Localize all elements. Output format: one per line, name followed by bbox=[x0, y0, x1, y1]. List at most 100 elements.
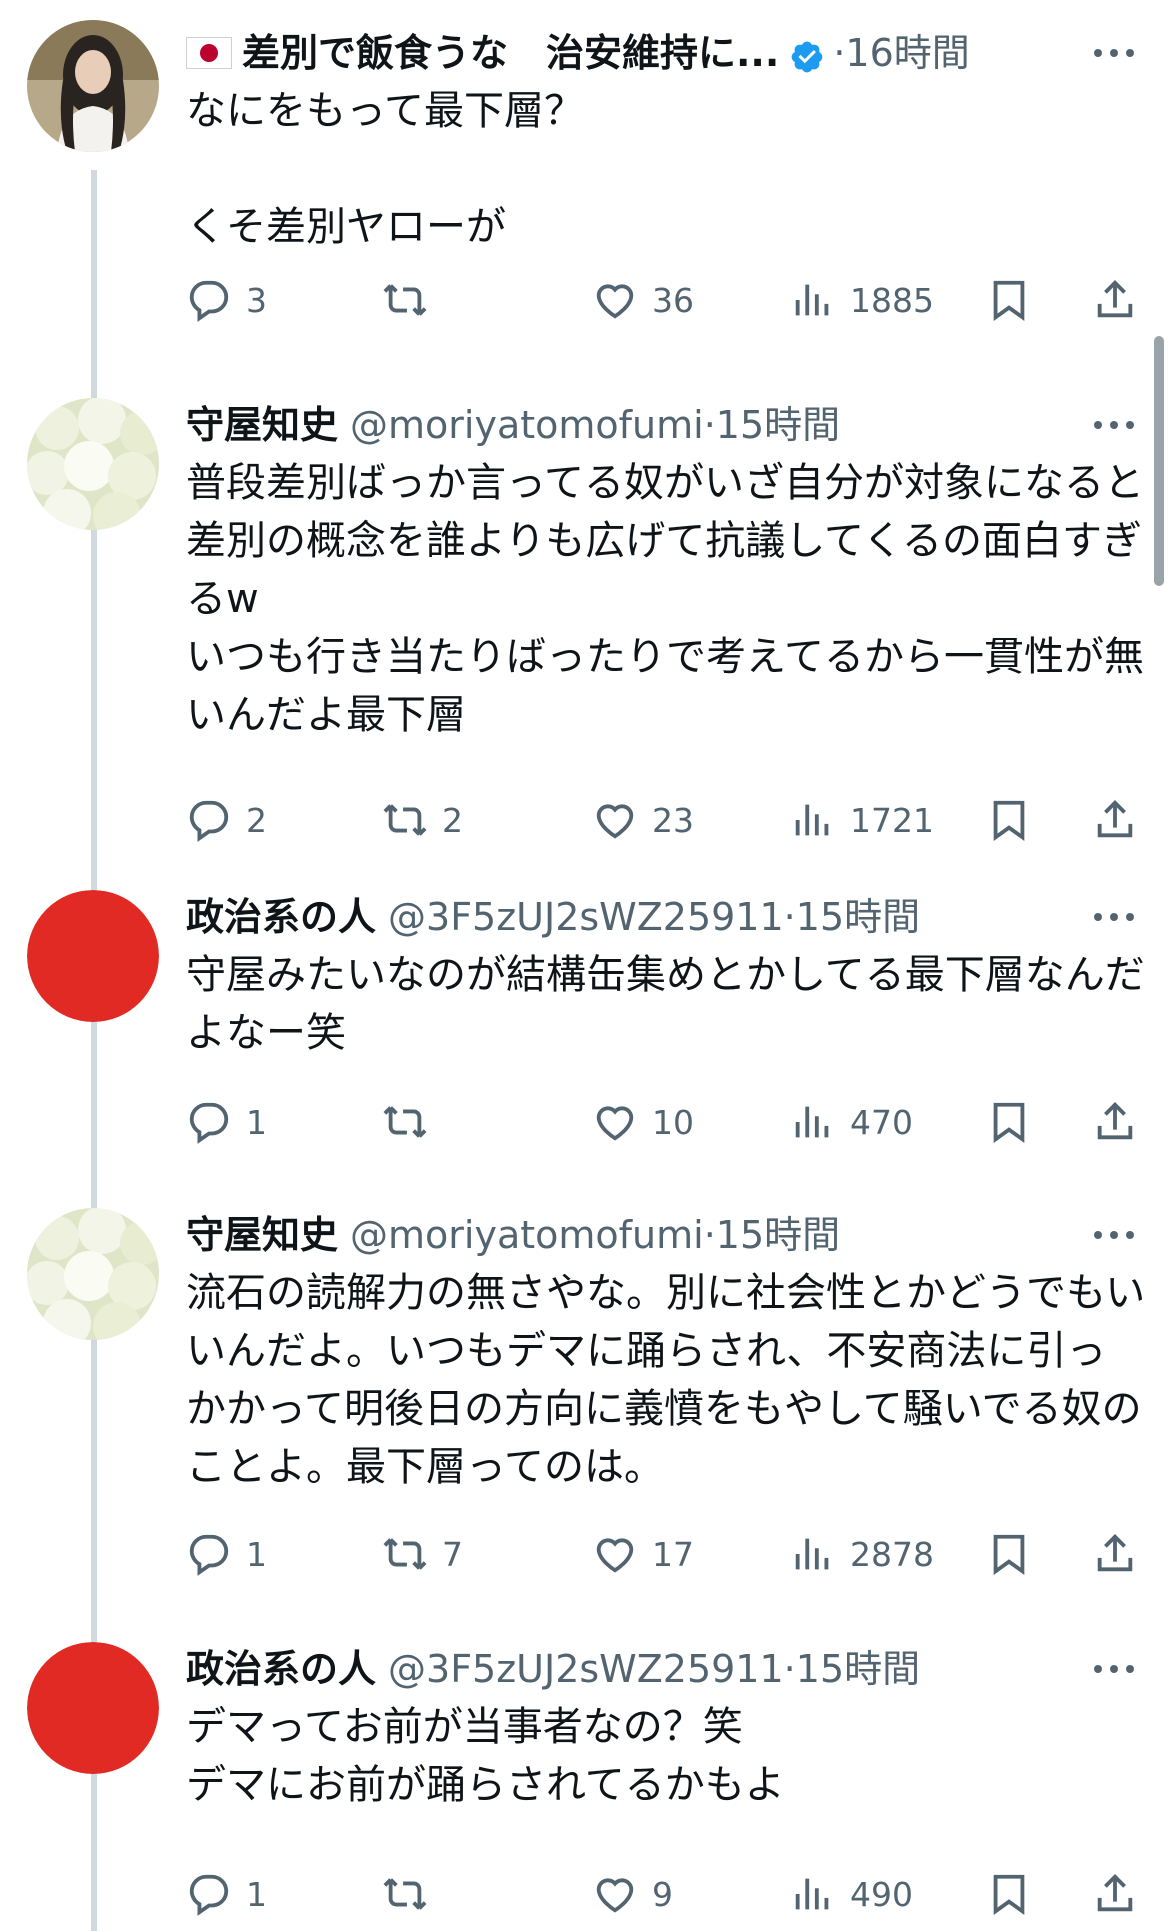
handle[interactable]: @moriyatomofumi bbox=[350, 398, 704, 452]
view-count: 490 bbox=[850, 1874, 913, 1914]
like-count: 23 bbox=[652, 800, 694, 840]
views-icon bbox=[795, 1878, 829, 1910]
more-options-button[interactable] bbox=[1090, 26, 1138, 80]
scrollbar[interactable] bbox=[1154, 336, 1164, 586]
timestamp[interactable]: 15時間 bbox=[716, 398, 840, 452]
tweet-header: 差別で飯食うな 治安維持に... · 16時間 bbox=[186, 26, 1146, 80]
reply-icon bbox=[189, 1874, 229, 1916]
reply-button[interactable]: 1 bbox=[186, 1522, 267, 1586]
views-button[interactable]: 1721 bbox=[790, 788, 934, 852]
bookmark-button[interactable] bbox=[986, 788, 1032, 852]
display-name[interactable]: 守屋知史 bbox=[186, 1208, 338, 1262]
retweet-icon bbox=[383, 1538, 427, 1570]
tweet-actions: 1 7 17 2878 bbox=[186, 1522, 1146, 1586]
retweet-button[interactable] bbox=[382, 268, 442, 332]
share-button[interactable] bbox=[1092, 268, 1138, 332]
avatar[interactable] bbox=[27, 1642, 159, 1774]
bookmark-button[interactable] bbox=[986, 1090, 1032, 1154]
reply-button[interactable]: 1 bbox=[186, 1090, 267, 1154]
handle[interactable]: @3F5zUJ2sWZ25911 bbox=[388, 890, 784, 944]
retweet-button[interactable]: 2 bbox=[382, 788, 463, 852]
like-icon bbox=[596, 1538, 634, 1573]
more-icon bbox=[1094, 49, 1134, 57]
reply-count: 1 bbox=[246, 1102, 267, 1142]
avatar[interactable] bbox=[27, 398, 159, 530]
tweet-text: 普段差別ばっか言ってる奴がいざ自分が対象になると差別の概念を誰よりも広げて抗議し… bbox=[186, 460, 1144, 738]
display-name[interactable]: 差別で飯食うな 治安維持に... bbox=[242, 26, 779, 80]
retweet-button[interactable] bbox=[382, 1862, 442, 1926]
timestamp[interactable]: 15時間 bbox=[796, 890, 920, 944]
tweet-header: 政治系の人 @3F5zUJ2sWZ25911 · 15時間 bbox=[186, 890, 1146, 944]
like-button[interactable]: 10 bbox=[592, 1090, 694, 1154]
like-icon bbox=[596, 1106, 634, 1141]
japan-flag-icon bbox=[186, 37, 232, 69]
verified-badge-icon bbox=[789, 35, 825, 73]
avatar[interactable] bbox=[27, 890, 159, 1022]
more-options-button[interactable] bbox=[1090, 890, 1138, 944]
like-button[interactable]: 17 bbox=[592, 1522, 694, 1586]
bookmark-button[interactable] bbox=[986, 268, 1032, 332]
view-count: 470 bbox=[850, 1102, 913, 1142]
bookmark-button[interactable] bbox=[986, 1862, 1032, 1926]
separator: · bbox=[783, 895, 796, 939]
display-name[interactable]: 政治系の人 bbox=[186, 890, 376, 944]
more-options-button[interactable] bbox=[1090, 1642, 1138, 1696]
tweet-header: 守屋知史 @moriyatomofumi · 15時間 bbox=[186, 1208, 1146, 1262]
views-button[interactable]: 470 bbox=[790, 1090, 913, 1154]
share-button[interactable] bbox=[1092, 788, 1138, 852]
share-icon bbox=[1097, 800, 1133, 838]
more-icon bbox=[1094, 421, 1134, 429]
view-count: 2878 bbox=[850, 1534, 934, 1574]
share-button[interactable] bbox=[1092, 1090, 1138, 1154]
handle[interactable]: @moriyatomofumi bbox=[350, 1208, 704, 1262]
reply-icon bbox=[189, 800, 229, 842]
avatar[interactable] bbox=[27, 20, 159, 152]
reply-count: 1 bbox=[246, 1534, 267, 1574]
tweet-text: 守屋みたいなのが結構缶集めとかしてる最下層なんだよなー笑 bbox=[186, 952, 1145, 1056]
share-icon bbox=[1097, 280, 1133, 318]
reply-icon bbox=[189, 280, 229, 322]
reply-button[interactable]: 3 bbox=[186, 268, 267, 332]
reply-count: 3 bbox=[246, 280, 267, 320]
tweet-actions: 1 10 470 bbox=[186, 1090, 1146, 1154]
retweet-icon bbox=[383, 284, 427, 316]
display-name[interactable]: 政治系の人 bbox=[186, 1642, 376, 1696]
timestamp[interactable]: 15時間 bbox=[796, 1642, 920, 1696]
like-icon bbox=[596, 284, 634, 319]
tweet-header: 政治系の人 @3F5zUJ2sWZ25911 · 15時間 bbox=[186, 1642, 1146, 1696]
reply-count: 1 bbox=[246, 1874, 267, 1914]
view-count: 1885 bbox=[850, 280, 934, 320]
reply-button[interactable]: 1 bbox=[186, 1862, 267, 1926]
bookmark-icon bbox=[993, 1534, 1025, 1575]
views-icon bbox=[795, 804, 829, 836]
display-name[interactable]: 守屋知史 bbox=[186, 398, 338, 452]
tweet-actions: 1 9 490 bbox=[186, 1862, 1146, 1926]
reply-count: 2 bbox=[246, 800, 267, 840]
reply-icon bbox=[189, 1102, 229, 1144]
bookmark-button[interactable] bbox=[986, 1522, 1032, 1586]
avatar[interactable] bbox=[27, 1208, 159, 1340]
more-options-button[interactable] bbox=[1090, 1208, 1138, 1262]
tweet-actions: 2 2 23 1721 bbox=[186, 788, 1146, 852]
retweet-count: 2 bbox=[442, 800, 463, 840]
reply-button[interactable]: 2 bbox=[186, 788, 267, 852]
more-icon bbox=[1094, 913, 1134, 921]
views-button[interactable]: 1885 bbox=[790, 268, 934, 332]
views-icon bbox=[795, 284, 829, 316]
views-button[interactable]: 2878 bbox=[790, 1522, 934, 1586]
share-button[interactable] bbox=[1092, 1862, 1138, 1926]
handle[interactable]: @3F5zUJ2sWZ25911 bbox=[388, 1642, 784, 1696]
views-button[interactable]: 490 bbox=[790, 1862, 913, 1926]
more-icon bbox=[1094, 1665, 1134, 1673]
like-button[interactable]: 9 bbox=[592, 1862, 673, 1926]
retweet-count: 7 bbox=[442, 1534, 463, 1574]
more-options-button[interactable] bbox=[1090, 398, 1138, 452]
timestamp[interactable]: 15時間 bbox=[716, 1208, 840, 1262]
share-icon bbox=[1097, 1534, 1133, 1572]
retweet-button[interactable]: 7 bbox=[382, 1522, 463, 1586]
timestamp[interactable]: 16時間 bbox=[845, 26, 969, 80]
like-button[interactable]: 23 bbox=[592, 788, 694, 852]
share-button[interactable] bbox=[1092, 1522, 1138, 1586]
like-button[interactable]: 36 bbox=[592, 268, 694, 332]
retweet-button[interactable] bbox=[382, 1090, 442, 1154]
